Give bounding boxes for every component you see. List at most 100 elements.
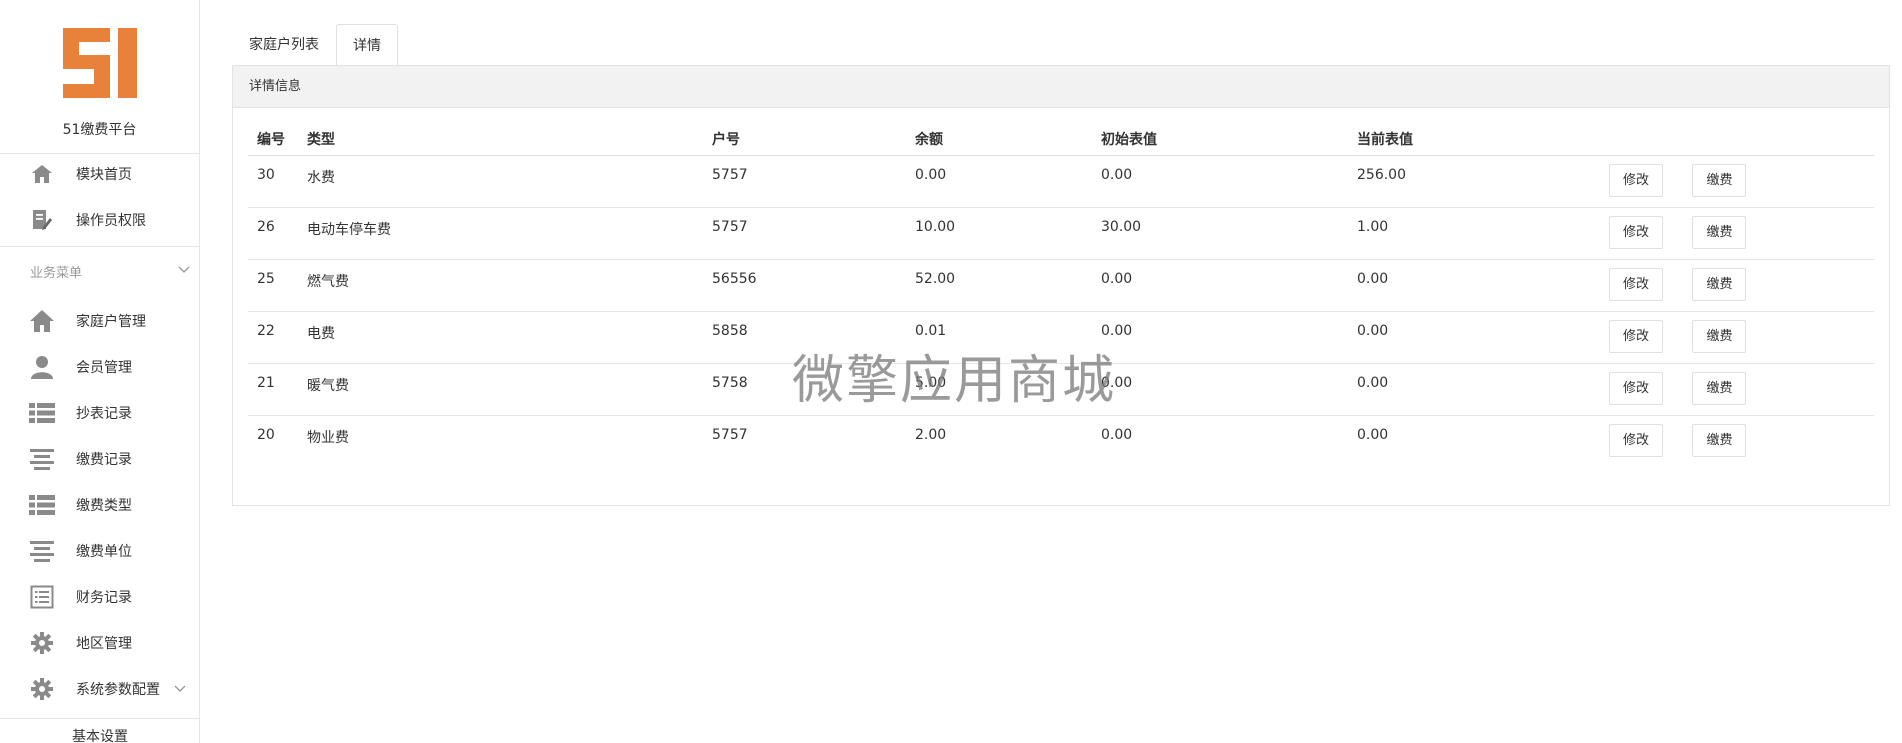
cell-actions: 修改 缴费 [1603,415,1874,467]
cell-id: 22 [248,311,298,364]
sidebar-item-home[interactable]: 模块首页 [0,151,200,197]
cell-initial: 30.00 [1092,207,1348,260]
cell-id: 21 [248,363,298,416]
sidebar-item-financial-records[interactable]: 财务记录 [0,574,200,620]
divider [0,718,200,719]
pay-button[interactable]: 缴费 [1692,215,1747,249]
cell-account: 5757 [712,426,748,443]
sidebar-item-region-management[interactable]: 地区管理 [0,620,200,666]
column-header-current-meter: 当前表值 [1348,123,1603,156]
cell-initial: 0.00 [1092,311,1348,364]
edit-button[interactable]: 修改 [1609,163,1663,197]
user-icon [29,354,55,380]
table-row: 30 水费 5757 0.00 0.00 256.00 修改 缴费 [248,155,1874,208]
cell-type: 暖气费 [298,363,703,416]
logo-icon [63,28,137,98]
cell-initial: 0.00 [1092,155,1348,208]
cell-id: 26 [248,207,298,260]
panel-title: 详情信息 [233,66,1889,108]
edit-button[interactable]: 修改 [1609,215,1663,249]
cell-type: 电费 [298,311,703,364]
sidebar-item-household-management[interactable]: 家庭户管理 [0,298,200,344]
cell-id: 30 [248,155,298,208]
cell-current: 0.00 [1348,311,1603,364]
cell-balance: 10.00 [906,207,1092,260]
cell-balance: 52.00 [906,259,1092,312]
column-header-initial-meter: 初始表值 [1092,123,1348,156]
cell-initial: 0.00 [1092,363,1348,416]
sidebar-item-label: 系统参数配置 [76,682,160,698]
cell-type: 水费 [298,155,703,208]
cell-id: 25 [248,259,298,312]
cell-current: 1.00 [1348,207,1603,260]
cell-actions: 修改 缴费 [1603,363,1874,416]
home-icon [29,161,55,187]
cell-account: 5858 [703,311,906,364]
ledger-icon [29,584,55,610]
sidebar-item-label: 缴费记录 [76,452,132,468]
sidebar-item-system-config[interactable]: 系统参数配置 [0,666,200,712]
cell-initial: 0.00 [1092,259,1348,312]
edit-button[interactable]: 修改 [1609,267,1663,301]
pay-button[interactable]: 缴费 [1692,319,1747,353]
gear-icon [29,630,55,656]
sidebar-item-operator-permissions[interactable]: 操作员权限 [0,197,200,243]
cell-account: 56556 [703,259,906,312]
align-icon [29,446,55,472]
tab-household-list[interactable]: 家庭户列表 [232,24,336,66]
sidebar-item-member-management[interactable]: 会员管理 [0,344,200,390]
sidebar-item-label: 财务记录 [76,590,132,606]
cell-type: 燃气费 [298,259,703,312]
edit-document-icon [29,207,55,233]
edit-button[interactable]: 修改 [1609,371,1663,405]
table-row: 20 物业费 5757 2.00 0.00 0.00 修改 缴费 [248,415,1874,467]
cell-balance: 0.01 [906,311,1092,364]
table-row: 22 电费 5858 0.01 0.00 0.00 修改 缴费 [248,311,1874,364]
tab-details[interactable]: 详情 [336,24,398,66]
sidebar-item-meter-records[interactable]: 抄表记录 [0,390,200,436]
pay-button[interactable]: 缴费 [1692,423,1747,457]
cell-actions: 修改 缴费 [1603,259,1874,312]
sidebar-item-payment-types[interactable]: 缴费类型 [0,482,200,528]
cell-account: 5757 [703,207,906,260]
cell-type: 电动车停车费 [298,207,703,260]
cell-balance: 0.00 [906,155,1092,208]
list-icon [29,400,55,426]
platform-name: 51缴费平台 [62,122,137,138]
brand-area: 51缴费平台 [0,0,199,154]
align-icon [29,538,55,564]
gear-icon [29,676,55,702]
table-header-row: 编号 类型 户号 余额 初始表值 当前表值 [248,123,1874,156]
column-header-id: 编号 [248,123,298,156]
cell-balance: 5.00 [906,363,1092,416]
sidebar-item-label: 会员管理 [76,360,132,376]
sidebar-item-label: 抄表记录 [76,406,132,422]
chevron-down-icon[interactable] [176,262,192,278]
sidebar-subitem-basic-settings[interactable]: 基本设置 [72,726,128,743]
edit-button[interactable]: 修改 [1609,319,1663,353]
cell-actions: 修改 缴费 [1603,207,1874,260]
sidebar-item-payment-records[interactable]: 缴费记录 [0,436,200,482]
sidebar-item-payment-units[interactable]: 缴费单位 [0,528,200,574]
section-title-business-menu: 业务菜单 [30,266,83,281]
cell-account: 5758 [703,363,906,416]
table-row: 26 电动车停车费 5757 10.00 30.00 1.00 修改 缴费 [248,207,1874,260]
edit-button[interactable]: 修改 [1609,423,1663,457]
column-header-account: 户号 [703,123,906,156]
cell-current: 256.00 [1348,155,1603,208]
table-row: 25 燃气费 56556 52.00 0.00 0.00 修改 缴费 [248,259,1874,312]
list-icon [29,492,55,518]
column-header-balance: 余额 [906,123,1092,156]
sidebar-item-label: 模块首页 [76,167,132,183]
cell-actions: 修改 缴费 [1603,155,1874,208]
cell-account: 5757 [703,155,906,208]
pay-button[interactable]: 缴费 [1692,371,1747,405]
pay-button[interactable]: 缴费 [1692,267,1747,301]
divider [0,246,200,247]
sidebar-item-label: 家庭户管理 [76,314,146,330]
pay-button[interactable]: 缴费 [1692,163,1747,197]
chevron-down-icon[interactable] [172,681,188,697]
sidebar-item-label: 操作员权限 [76,213,146,229]
column-header-type: 类型 [298,123,703,156]
cell-id: 20 [257,426,275,443]
